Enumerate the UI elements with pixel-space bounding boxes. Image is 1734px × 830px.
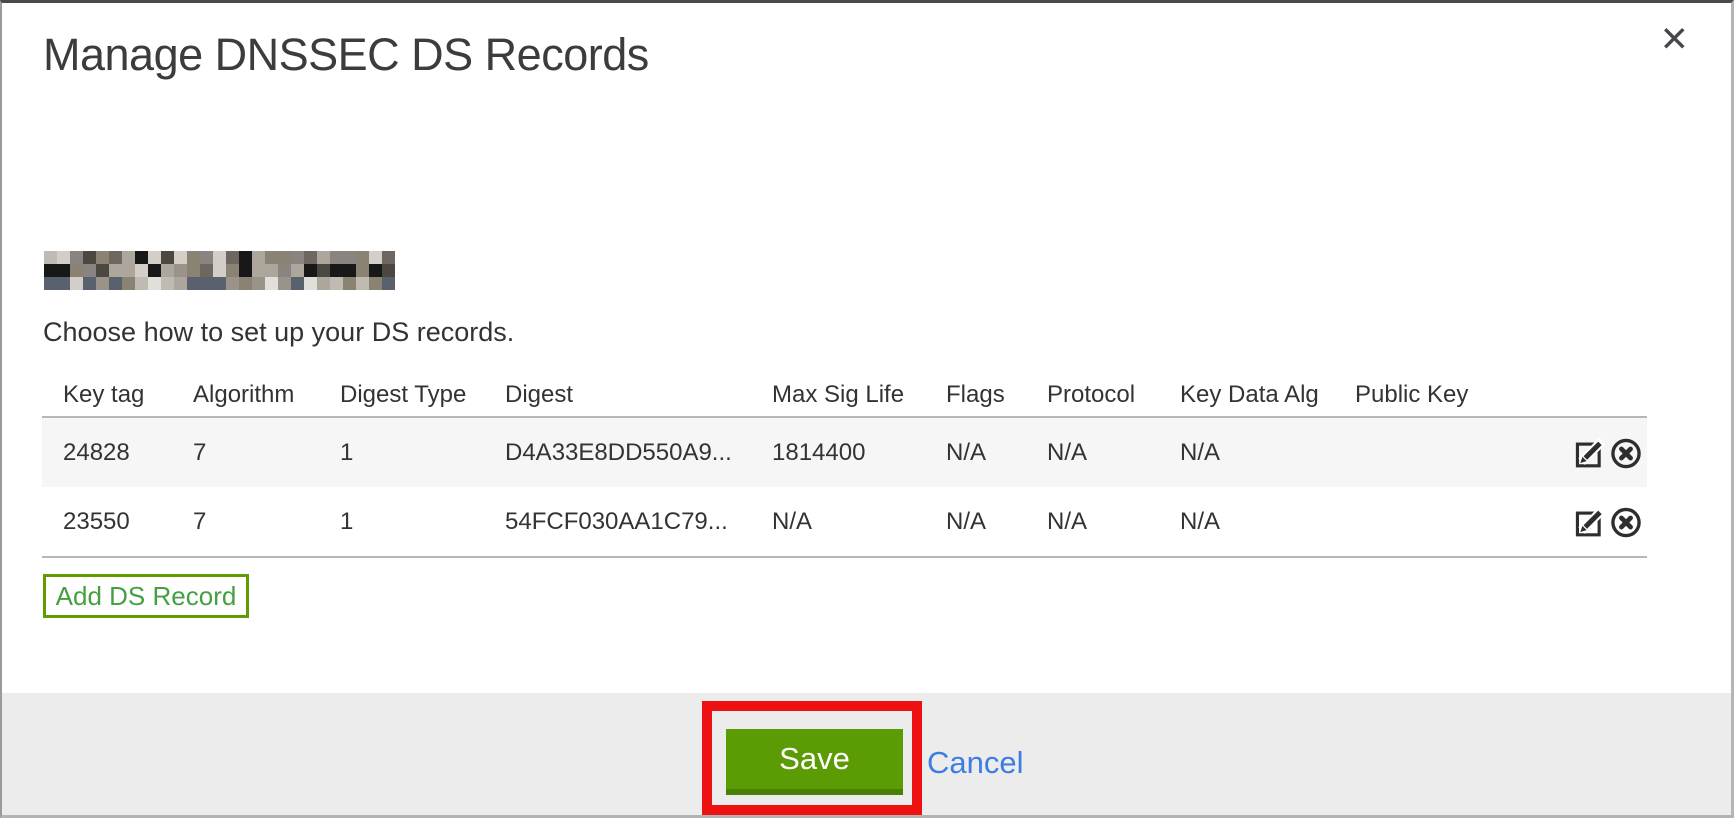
table-header-row: Key tagAlgorithmDigest TypeDigestMax Sig… bbox=[42, 373, 1647, 418]
column-header-flags: Flags bbox=[946, 381, 1047, 409]
ds-records-table: Key tagAlgorithmDigest TypeDigestMax Sig… bbox=[42, 373, 1647, 558]
table-row: 235507154FCF030AA1C79...N/AN/AN/AN/A bbox=[42, 487, 1647, 556]
row-actions bbox=[1573, 436, 1647, 470]
cell-max_sig_life: 1814400 bbox=[772, 439, 946, 467]
cell-digest_type: 1 bbox=[340, 508, 505, 536]
column-header-key_data_alg: Key Data Alg bbox=[1180, 381, 1355, 409]
manage-dnssec-modal: Manage DNSSEC DS Records ✕ Choose how to… bbox=[0, 0, 1734, 818]
column-header-max_sig_life: Max Sig Life bbox=[772, 381, 946, 409]
delete-record-icon bbox=[1609, 436, 1643, 470]
column-header-key_tag: Key tag bbox=[63, 381, 193, 409]
page-title: Manage DNSSEC DS Records bbox=[43, 29, 649, 81]
cell-algorithm: 7 bbox=[193, 508, 340, 536]
cell-protocol: N/A bbox=[1047, 439, 1180, 467]
modal-footer: Save Cancel bbox=[2, 693, 1731, 815]
cancel-link[interactable]: Cancel bbox=[927, 745, 1024, 781]
column-header-digest: Digest bbox=[505, 381, 772, 409]
cell-key_data_alg: N/A bbox=[1180, 439, 1355, 467]
cell-digest: 54FCF030AA1C79... bbox=[505, 508, 772, 536]
cell-key_tag: 23550 bbox=[63, 508, 193, 536]
delete-record-icon bbox=[1609, 505, 1643, 539]
cell-flags: N/A bbox=[946, 508, 1047, 536]
edit-record-icon bbox=[1573, 505, 1607, 539]
row-actions bbox=[1573, 505, 1647, 539]
delete-record-button[interactable] bbox=[1609, 436, 1643, 470]
column-header-public_key: Public Key bbox=[1355, 381, 1547, 409]
cell-protocol: N/A bbox=[1047, 508, 1180, 536]
edit-record-button[interactable] bbox=[1573, 436, 1607, 470]
cell-flags: N/A bbox=[946, 439, 1047, 467]
cell-key_data_alg: N/A bbox=[1180, 508, 1355, 536]
delete-record-button[interactable] bbox=[1609, 505, 1643, 539]
cell-digest: D4A33E8DD550A9... bbox=[505, 439, 772, 467]
column-header-digest_type: Digest Type bbox=[340, 381, 505, 409]
cell-algorithm: 7 bbox=[193, 439, 340, 467]
cell-digest_type: 1 bbox=[340, 439, 505, 467]
close-icon[interactable]: ✕ bbox=[1654, 21, 1695, 58]
column-header-protocol: Protocol bbox=[1047, 381, 1180, 409]
add-ds-record-button[interactable]: Add DS Record bbox=[43, 574, 249, 618]
redacted-domain-text bbox=[44, 251, 395, 290]
save-button[interactable]: Save bbox=[726, 729, 903, 795]
instruction-text: Choose how to set up your DS records. bbox=[43, 317, 514, 348]
cell-max_sig_life: N/A bbox=[772, 508, 946, 536]
table-body: 2482871D4A33E8DD550A9...1814400N/AN/AN/A… bbox=[42, 418, 1647, 558]
column-header-algorithm: Algorithm bbox=[193, 381, 340, 409]
cell-key_tag: 24828 bbox=[63, 439, 193, 467]
edit-record-icon bbox=[1573, 436, 1607, 470]
edit-record-button[interactable] bbox=[1573, 505, 1607, 539]
table-row: 2482871D4A33E8DD550A9...1814400N/AN/AN/A bbox=[42, 418, 1647, 487]
